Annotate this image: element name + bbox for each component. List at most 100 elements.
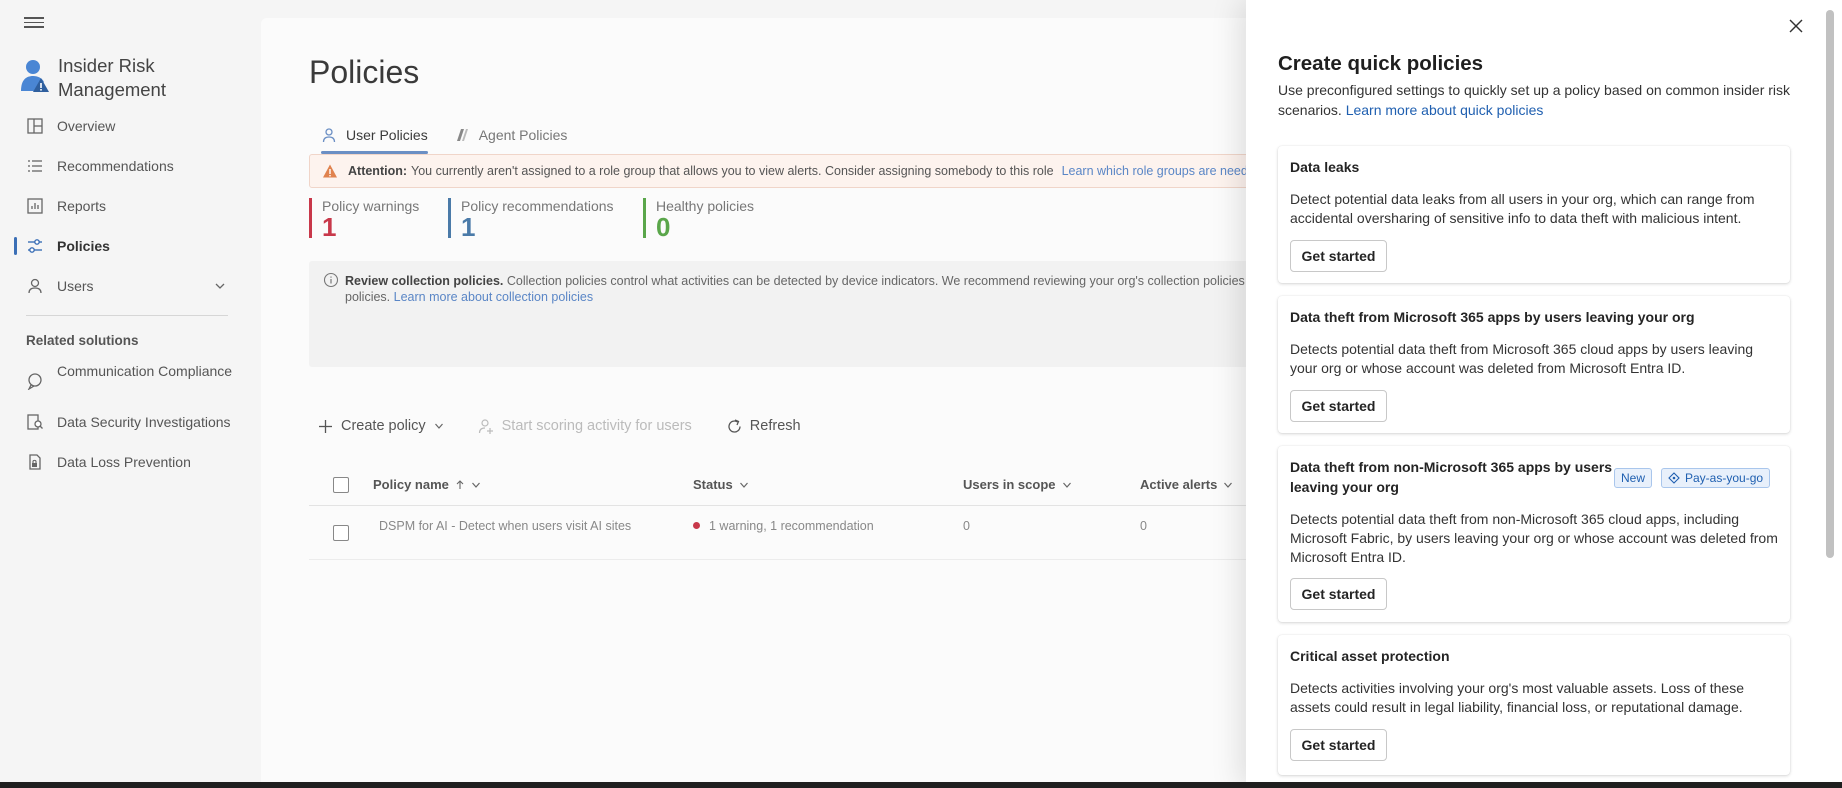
nav-item-reports[interactable]: Reports (0, 188, 261, 224)
chevron-down-icon[interactable] (214, 280, 226, 292)
info-bold: Review collection policies. (345, 274, 504, 288)
nav-item-users[interactable]: Users (0, 268, 261, 304)
quick-policy-card-data-leaks: Data leaks Detect potential data leaks f… (1278, 146, 1790, 283)
panel-scrollbar[interactable] (1826, 10, 1834, 558)
stat-label: Policy warnings (322, 198, 420, 214)
stat-label: Policy recommendations (461, 198, 614, 214)
chevron-down-icon (1062, 482, 1071, 488)
plus-icon (319, 419, 332, 433)
column-label: Policy name (373, 477, 449, 492)
get-started-button[interactable]: Get started (1290, 240, 1387, 272)
column-label: Users in scope (963, 477, 1056, 492)
refresh-icon (728, 418, 741, 433)
stat-value: 0 (656, 212, 671, 242)
bottom-edge-bar (0, 782, 1842, 788)
quick-policy-card-critical-asset: Critical asset protection Detects activi… (1278, 635, 1790, 775)
related-solutions-heading: Related solutions (26, 333, 139, 348)
person-add-icon (478, 418, 493, 434)
select-all-checkbox[interactable] (333, 477, 349, 493)
stat-policy-recommendations[interactable]: Policy recommendations 1 (448, 198, 614, 240)
start-scoring-button[interactable]: Start scoring activity for users (470, 410, 700, 442)
tab-user-policies[interactable]: User Policies (309, 118, 438, 154)
quick-policy-card-m365-data-theft: Data theft from Microsoft 365 apps by us… (1278, 296, 1790, 433)
get-started-button[interactable]: Get started (1290, 729, 1387, 761)
column-active-alerts[interactable]: Active alerts (1140, 477, 1233, 492)
nav-item-data-loss-prevention[interactable]: Data Loss Prevention (0, 452, 261, 474)
create-policy-button[interactable]: Create policy (309, 410, 452, 442)
lock-doc-icon (29, 454, 41, 470)
stat-policy-warnings[interactable]: Policy warnings 1 (309, 198, 420, 242)
info-body-2: policies. (345, 290, 391, 304)
overview-icon (27, 118, 43, 134)
status-text: 1 warning, 1 recommendation (709, 519, 874, 533)
card-title: Data theft from non-Microsoft 365 apps b… (1290, 459, 1613, 495)
app-title: Insider Risk Management (58, 55, 166, 100)
card-title: Data leaks (1290, 159, 1360, 175)
payg-label: Pay-as-you-go (1685, 471, 1764, 485)
stat-label: Healthy policies (656, 198, 755, 214)
quick-policy-card-non-m365-data-theft: Data theft from non-Microsoft 365 apps b… (1278, 446, 1790, 622)
card-description: Detects activities involving your org's … (1290, 680, 1744, 715)
pay-as-you-go-badge: Pay-as-you-go (1661, 468, 1771, 488)
nav-item-recommendations[interactable]: Recommendations (0, 148, 261, 184)
close-icon[interactable] (1784, 14, 1808, 38)
tab-label: Agent Policies (478, 127, 568, 143)
card-description: Detect potential data leaks from all use… (1290, 191, 1755, 226)
insider-risk-icon (20, 58, 50, 94)
hamburger-menu-icon[interactable] (24, 14, 44, 30)
card-description: Detects potential data theft from Micros… (1290, 341, 1754, 376)
card-title: Data theft from Microsoft 365 apps by us… (1290, 309, 1695, 325)
nav-item-label: Overview (57, 118, 116, 134)
nav-item-overview[interactable]: Overview (0, 108, 261, 144)
sort-ascending-icon (456, 479, 464, 489)
row-checkbox[interactable] (333, 525, 349, 541)
column-status[interactable]: Status (693, 477, 749, 492)
investigate-icon (27, 414, 43, 430)
left-navigation: Insider Risk Management Overview Recomme… (0, 0, 261, 788)
column-policy-name[interactable]: Policy name (373, 477, 481, 492)
agent-icon (456, 129, 468, 141)
nav-item-label: Users (57, 278, 94, 294)
card-description: Detects potential data theft from non-Mi… (1290, 511, 1778, 565)
nav-item-label: Recommendations (57, 158, 174, 174)
sliders-icon (28, 239, 42, 253)
panel-title: Create quick policies (1278, 52, 1484, 75)
chart-icon (27, 198, 43, 214)
nav-item-label: Data Security Investigations (57, 414, 231, 430)
get-started-button[interactable]: Get started (1290, 578, 1387, 610)
active-alerts-cell: 0 (1140, 519, 1147, 533)
quick-policies-link[interactable]: Learn more about quick policies (1346, 102, 1544, 118)
nav-item-communication-compliance[interactable]: Communication Compliance (0, 362, 261, 402)
chevron-down-icon (739, 482, 748, 488)
column-label: Active alerts (1140, 477, 1218, 492)
chevron-down-icon (1224, 482, 1233, 488)
refresh-button[interactable]: Refresh (718, 410, 809, 442)
start-scoring-label: Start scoring activity for users (501, 418, 692, 434)
column-label: Status (693, 477, 733, 492)
nav-item-data-security-investigations[interactable]: Data Security Investigations (0, 412, 261, 434)
status-warning-dot (693, 522, 700, 530)
stat-value: 1 (322, 212, 337, 242)
collection-policies-link[interactable]: Learn more about collection policies (394, 290, 593, 304)
status-cell: 1 warning, 1 recommendation (693, 519, 874, 533)
nav-divider (26, 315, 228, 316)
nav-item-label: Communication Compliance (57, 363, 233, 379)
create-policy-label: Create policy (341, 418, 426, 434)
chat-icon (27, 373, 42, 390)
chevron-down-icon (471, 482, 480, 488)
stat-healthy-policies[interactable]: Healthy policies 0 (643, 198, 755, 242)
nav-item-policies[interactable]: Policies (0, 228, 261, 264)
chevron-down-icon (434, 423, 443, 429)
policy-name-cell[interactable]: DSPM for AI - Detect when users visit AI… (379, 519, 631, 533)
attention-text: You currently aren't assigned to a role … (411, 164, 1054, 178)
person-icon (322, 128, 336, 143)
policy-toolbar: Create policy Start scoring activity for… (309, 410, 827, 442)
users-in-scope-cell: 0 (963, 519, 970, 533)
warning-icon (323, 164, 337, 178)
column-users-in-scope[interactable]: Users in scope (963, 477, 1072, 492)
tab-agent-policies[interactable]: Agent Policies (442, 118, 578, 152)
get-started-button[interactable]: Get started (1290, 390, 1387, 422)
page-title: Policies (309, 54, 420, 90)
payg-icon (1668, 472, 1680, 484)
nav-item-label: Policies (57, 238, 110, 254)
